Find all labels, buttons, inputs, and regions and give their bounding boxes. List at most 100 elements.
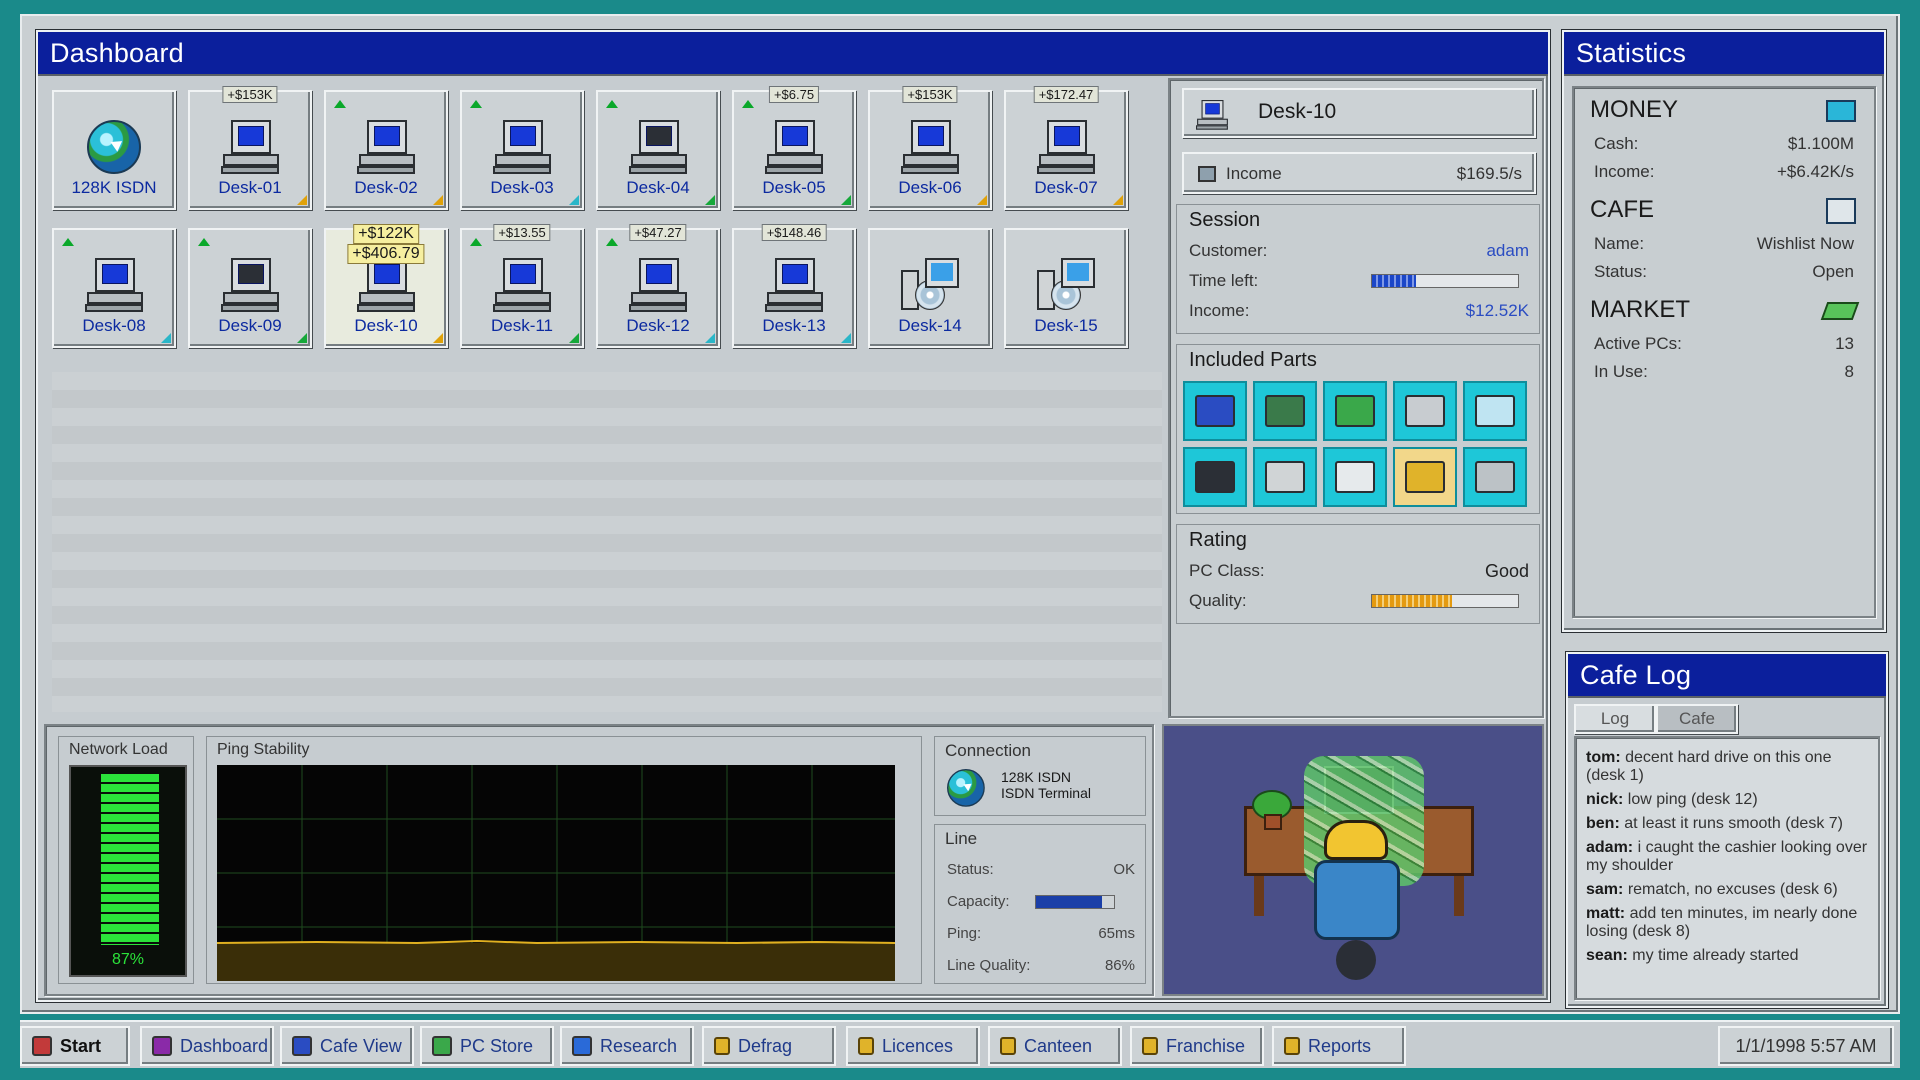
taskbar-franchise[interactable]: Franchise xyxy=(1130,1026,1264,1066)
lock-icon xyxy=(858,1037,874,1055)
customer-chair xyxy=(1314,860,1400,940)
active-pcs-value: 13 xyxy=(1835,334,1854,353)
cash-label: Cash: xyxy=(1594,134,1639,153)
drive-icon xyxy=(1405,395,1445,427)
log-entry: sean: my time already started xyxy=(1576,944,1878,968)
taskbar-cafe-view[interactable]: Cafe View xyxy=(280,1026,414,1066)
hdd-icon xyxy=(1195,395,1235,427)
computer-icon xyxy=(765,258,823,312)
taskbar-pc-store[interactable]: PC Store xyxy=(420,1026,554,1066)
connection-name: 128K ISDN xyxy=(1001,769,1072,785)
tab-log[interactable]: Log xyxy=(1574,704,1656,734)
desk-label: Desk-10 xyxy=(354,316,418,335)
log-message: rematch, no excuses (desk 6) xyxy=(1627,881,1838,898)
part-drive[interactable] xyxy=(1393,381,1457,441)
desk-tile-01[interactable]: Desk-01 +$153K xyxy=(188,86,312,210)
cafe-log-list: tom: decent hard drive on this one (desk… xyxy=(1574,736,1880,1000)
desk-tile-07[interactable]: Desk-07 +$172.47 xyxy=(1004,86,1128,210)
desk-tile-05[interactable]: Desk-05 +$6.75 xyxy=(732,86,856,210)
taskbar-label: Licences xyxy=(882,1035,954,1056)
ping-area xyxy=(217,943,895,981)
desk-tile-isdn[interactable]: 128K ISDN xyxy=(52,90,176,210)
desk-tile-06[interactable]: Desk-06 +$153K xyxy=(868,86,992,210)
isdn-globe-icon xyxy=(87,120,141,174)
start-button[interactable]: Start xyxy=(20,1026,130,1066)
desk-detail-name: Desk-10 xyxy=(1258,100,1337,123)
desk-tile-13[interactable]: Desk-13 +$148.46 xyxy=(732,224,856,348)
desk-label: Desk-03 xyxy=(490,178,554,197)
status-corner-icon xyxy=(705,195,715,205)
income-popup: +$47.27 xyxy=(629,224,687,241)
taskbar-dashboard[interactable]: Dashboard xyxy=(140,1026,274,1066)
status-corner-icon xyxy=(841,333,851,343)
connection-box: Connection 128K ISDN ISDN Terminal xyxy=(934,736,1146,816)
income-value: $169.5/s xyxy=(1456,164,1522,183)
line-box: Line Status: OK Capacity: Ping: 65ms Lin… xyxy=(934,824,1146,984)
parts-title: Included Parts xyxy=(1189,349,1317,371)
part-speaker[interactable] xyxy=(1393,447,1457,507)
desk-tile-14[interactable]: Desk-14 xyxy=(868,228,992,348)
cafe-view-preview[interactable] xyxy=(1162,724,1544,996)
desk-label: Desk-11 xyxy=(490,316,554,335)
part-ram[interactable] xyxy=(1323,381,1387,441)
session-income-label: Income: xyxy=(1189,301,1250,320)
stat-income-label: Income: xyxy=(1594,162,1655,181)
desk-tile-02[interactable]: Desk-02 xyxy=(324,90,448,210)
line-title: Line xyxy=(945,829,978,848)
cafe-status-value: Open xyxy=(1812,262,1854,281)
network-panel: Network Load 87% Ping Stability Connecti… xyxy=(44,724,1154,996)
computer-icon xyxy=(493,258,551,312)
customer-value: adam xyxy=(1486,241,1529,260)
income-icon xyxy=(1198,166,1216,182)
desk-label: Desk-12 xyxy=(626,316,690,335)
rating-group: Rating PC Class: Good Quality: xyxy=(1176,524,1540,624)
status-corner-icon xyxy=(705,333,715,343)
desk-tile-15[interactable]: Desk-15 xyxy=(1004,228,1128,348)
taskbar-label: PC Store xyxy=(460,1035,534,1056)
desk-tile-12[interactable]: Desk-12 +$47.27 xyxy=(596,224,720,348)
statistics-body: MONEY Cash: $1.100M Income: +$6.42K/s CAFE… xyxy=(1572,86,1876,618)
income-row: Income $169.5/s xyxy=(1182,152,1536,194)
log-message: my time already started xyxy=(1632,947,1799,964)
isdn-globe-icon xyxy=(947,769,985,807)
cafe-status-label: Status: xyxy=(1594,262,1647,281)
desk-label: Desk-13 xyxy=(762,316,826,335)
taskbar-defrag[interactable]: Defrag xyxy=(702,1026,836,1066)
customer-head xyxy=(1324,820,1388,860)
cafe-icon xyxy=(1826,198,1856,224)
tab-cafe[interactable]: Cafe xyxy=(1656,704,1738,734)
part-hdd[interactable] xyxy=(1183,381,1247,441)
log-entry: tom: decent hard drive on this one (desk… xyxy=(1576,746,1878,788)
taskbar-reports[interactable]: Reports xyxy=(1272,1026,1406,1066)
part-mouse[interactable] xyxy=(1323,447,1387,507)
part-keyboard[interactable] xyxy=(1253,447,1317,507)
taskbar-licences[interactable]: Licences xyxy=(846,1026,980,1066)
parts-group: Included Parts xyxy=(1176,344,1540,514)
part-monitor[interactable] xyxy=(1463,381,1527,441)
keyboard-icon xyxy=(1265,461,1305,493)
upgrade-arrow-icon xyxy=(606,238,618,246)
statistics-title: Statistics xyxy=(1564,32,1884,76)
desk-tile-08[interactable]: Desk-08 xyxy=(52,228,176,348)
desk-tile-10[interactable]: Desk-10 +$122K +$406.79 xyxy=(324,224,448,348)
desk-tile-03[interactable]: Desk-03 xyxy=(460,90,584,210)
desk-tile-11[interactable]: Desk-11 +$13.55 xyxy=(460,224,584,348)
computer-icon xyxy=(1037,120,1095,174)
taskbar-research[interactable]: Research xyxy=(560,1026,694,1066)
dashboard-window: Dashboard 128K ISDN Desk-01 +$153K Desk-02 D… xyxy=(36,30,1550,1002)
desk-tile-09[interactable]: Desk-09 xyxy=(188,228,312,348)
taskbar-canteen[interactable]: Canteen xyxy=(988,1026,1122,1066)
part-crt-monitor[interactable] xyxy=(1183,447,1247,507)
desk-label: Desk-02 xyxy=(354,178,418,197)
status-corner-icon xyxy=(433,333,443,343)
log-entry: nick: low ping (desk 12) xyxy=(1576,788,1878,812)
desk-tile-04[interactable]: Desk-04 xyxy=(596,90,720,210)
taskbar-label: Research xyxy=(600,1035,678,1056)
in-use-value: 8 xyxy=(1844,362,1854,381)
dashboard-icon xyxy=(152,1036,172,1056)
part-tower[interactable] xyxy=(1463,447,1527,507)
income-popup: +$153K xyxy=(902,86,958,103)
part-motherboard[interactable] xyxy=(1253,381,1317,441)
status-corner-icon xyxy=(569,195,579,205)
log-user: sean: xyxy=(1586,947,1628,964)
